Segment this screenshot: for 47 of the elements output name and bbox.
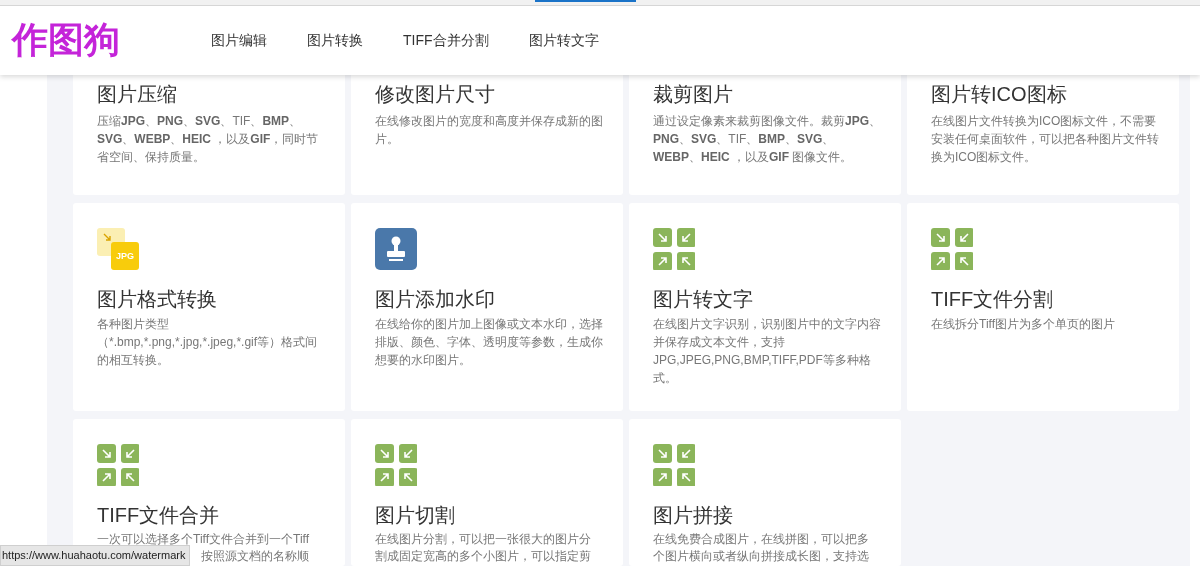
tool-card[interactable]: 图片转文字 在线图片文字识别，识别图片中的文字内容并保存成文本文件，支持JPG,JPEG,PNG,BMP,TIFF,PDF等多种格式。 (629, 203, 901, 411)
arrows-icon (931, 228, 973, 270)
card-description: 在线图片文件转换为ICO图标文件，不需要安装任何桌面软件，可以把各种图片文件转换为ICO图标文件。 (931, 113, 1159, 166)
card-title: 图片格式转换 (97, 287, 218, 311)
card-title: 裁剪图片 (653, 82, 734, 106)
card-title: 图片转文字 (653, 287, 754, 311)
logo[interactable]: 作图狗 (12, 16, 162, 65)
card-description: 在线图片分割，可以把一张很大的图片分 (375, 531, 591, 548)
card-title: 图片压缩 (97, 82, 178, 106)
card-description: 按照源文档的名称顺 (201, 548, 309, 565)
tool-card[interactable]: 图片转ICO图标 在线图片文件转换为ICO图标文件，不需要安装任何桌面软件，可以把各种图片文件转换为ICO图标文件。 (907, 75, 1179, 195)
card-description: 在线修改图片的宽度和高度并保存成新的图片。 (375, 113, 603, 148)
tool-card[interactable]: 裁剪图片 通过设定像素来裁剪图像文件。裁剪JPG、PNG、SVG、TIF、BMP、SVG、WEBP、HEIC ，以及GIF 图像文件。 (629, 75, 901, 195)
arrows-icon (653, 228, 695, 270)
card-description: 一次可以选择多个Tiff文件合并到一个Tiff (97, 531, 309, 548)
tool-card[interactable]: 修改图片尺寸 在线修改图片的宽度和高度并保存成新的图片。 (351, 75, 623, 195)
status-url-tooltip: https://www.huahaotu.com/watermark (0, 545, 191, 566)
tool-card[interactable]: JPG 图片格式转换 各种图片类型（*.bmp,*.png,*.jpg,*.jpeg,*.gif等）格式间的相互转换。 (73, 203, 345, 411)
card-title: TIFF文件分割 (931, 287, 1055, 311)
tool-card[interactable]: 图片压缩 压缩JPG、PNG、SVG、TIF、BMP、SVG、WEBP、HEIC ，以及GIF，同时节省空间、保持质量。 (73, 75, 345, 195)
card-description: 在线图片文字识别，识别图片中的文字内容并保存成文本文件，支持JPG,JPEG,PNG,BMP,TIFF,PDF等多种格式。 (653, 316, 881, 387)
tool-card[interactable]: 图片切割 在线图片分割，可以把一张很大的图片分 割成固定宽高的多个小图片，可以指定剪 (351, 419, 623, 566)
tool-card[interactable]: 图片拼接 在线免费合成图片，在线拼图，可以把多 个图片横向或者纵向拼接成长图，支持选 (629, 419, 901, 566)
stamp-icon (375, 228, 417, 270)
card-description: 个图片横向或者纵向拼接成长图，支持选 (653, 548, 869, 565)
nav-link[interactable]: 图片转文字 (528, 31, 599, 50)
card-title: 图片添加水印 (375, 287, 496, 311)
card-title: 图片拼接 (653, 503, 734, 527)
nav-link[interactable]: TIFF合并分割 (403, 31, 489, 50)
card-title: 图片转ICO图标 (931, 82, 1068, 106)
arrows-icon (375, 444, 417, 486)
card-description: 在线免费合成图片，在线拼图，可以把多 (653, 531, 869, 548)
nav-link[interactable]: 图片编辑 (211, 31, 267, 50)
card-description: 压缩JPG、PNG、SVG、TIF、BMP、SVG、WEBP、HEIC ，以及GIF，同时节省空间、保持质量。 (97, 113, 320, 166)
arrows-icon (653, 444, 695, 486)
card-description: 各种图片类型（*.bmp,*.png,*.jpg,*.jpeg,*.gif等）格式间的相互转换。 (97, 316, 319, 369)
card-title: 修改图片尺寸 (375, 82, 496, 106)
card-description: 在线拆分Tiff图片为多个单页的图片 (931, 316, 1116, 333)
tool-card[interactable]: 图片添加水印 在线给你的图片加上图像或文本水印，选择排版、颜色、字体、透明度等参数，生成你想要的水印图片。 (351, 203, 623, 411)
card-title: TIFF文件合并 (97, 503, 221, 527)
card-description: 割成固定宽高的多个小图片，可以指定剪 (375, 548, 591, 565)
card-title: 图片切割 (375, 503, 456, 527)
card-description: 通过设定像素来裁剪图像文件。裁剪JPG、PNG、SVG、TIF、BMP、SVG、WEBP、HEIC ，以及GIF 图像文件。 (653, 113, 881, 166)
card-description: 在线给你的图片加上图像或文本水印，选择排版、颜色、字体、透明度等参数，生成你想要的水印图片。 (375, 316, 603, 369)
arrows-icon (97, 444, 139, 486)
nav-link[interactable]: 图片转换 (307, 31, 363, 50)
tool-card[interactable]: TIFF文件分割 在线拆分Tiff图片为多个单页的图片 (907, 203, 1179, 411)
